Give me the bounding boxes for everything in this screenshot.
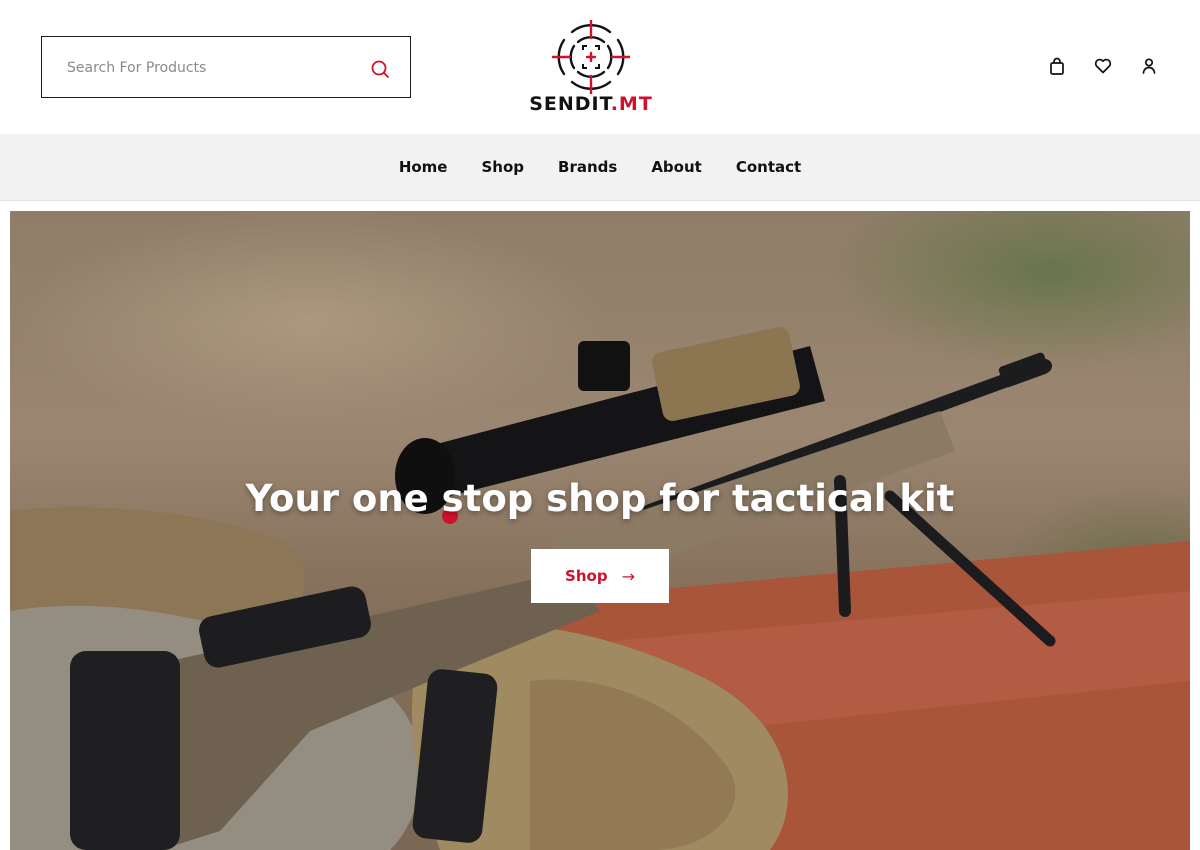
hero-shop-button-label: Shop (565, 567, 608, 585)
brand-logo[interactable]: SENDIT.MT (526, 18, 656, 118)
hero-image (10, 327, 1190, 850)
hero-title: Your one stop shop for tactical kit (245, 477, 955, 520)
nav-item-contact[interactable]: Contact (736, 158, 801, 176)
heart-icon[interactable] (1092, 55, 1114, 77)
bag-icon[interactable] (1046, 55, 1068, 77)
brand-name: SENDIT.MT (529, 93, 653, 115)
main-nav: Home Shop Brands About Contact (0, 134, 1200, 201)
nav-item-shop[interactable]: Shop (481, 158, 524, 176)
nav-item-brands[interactable]: Brands (558, 158, 617, 176)
search-icon[interactable] (368, 57, 392, 81)
arrow-right-icon: → (621, 566, 635, 586)
crosshair-icon (552, 20, 630, 94)
site-header: SENDIT.MT (0, 0, 1200, 134)
search-box (41, 36, 411, 98)
search-input[interactable] (67, 57, 357, 79)
hero-shop-button[interactable]: Shop → (531, 549, 669, 603)
user-icon[interactable] (1138, 55, 1160, 77)
hero-banner: Your one stop shop for tactical kit Shop… (10, 211, 1190, 850)
nav-item-home[interactable]: Home (399, 158, 448, 176)
nav-item-about[interactable]: About (651, 158, 702, 176)
header-actions (1046, 55, 1160, 77)
